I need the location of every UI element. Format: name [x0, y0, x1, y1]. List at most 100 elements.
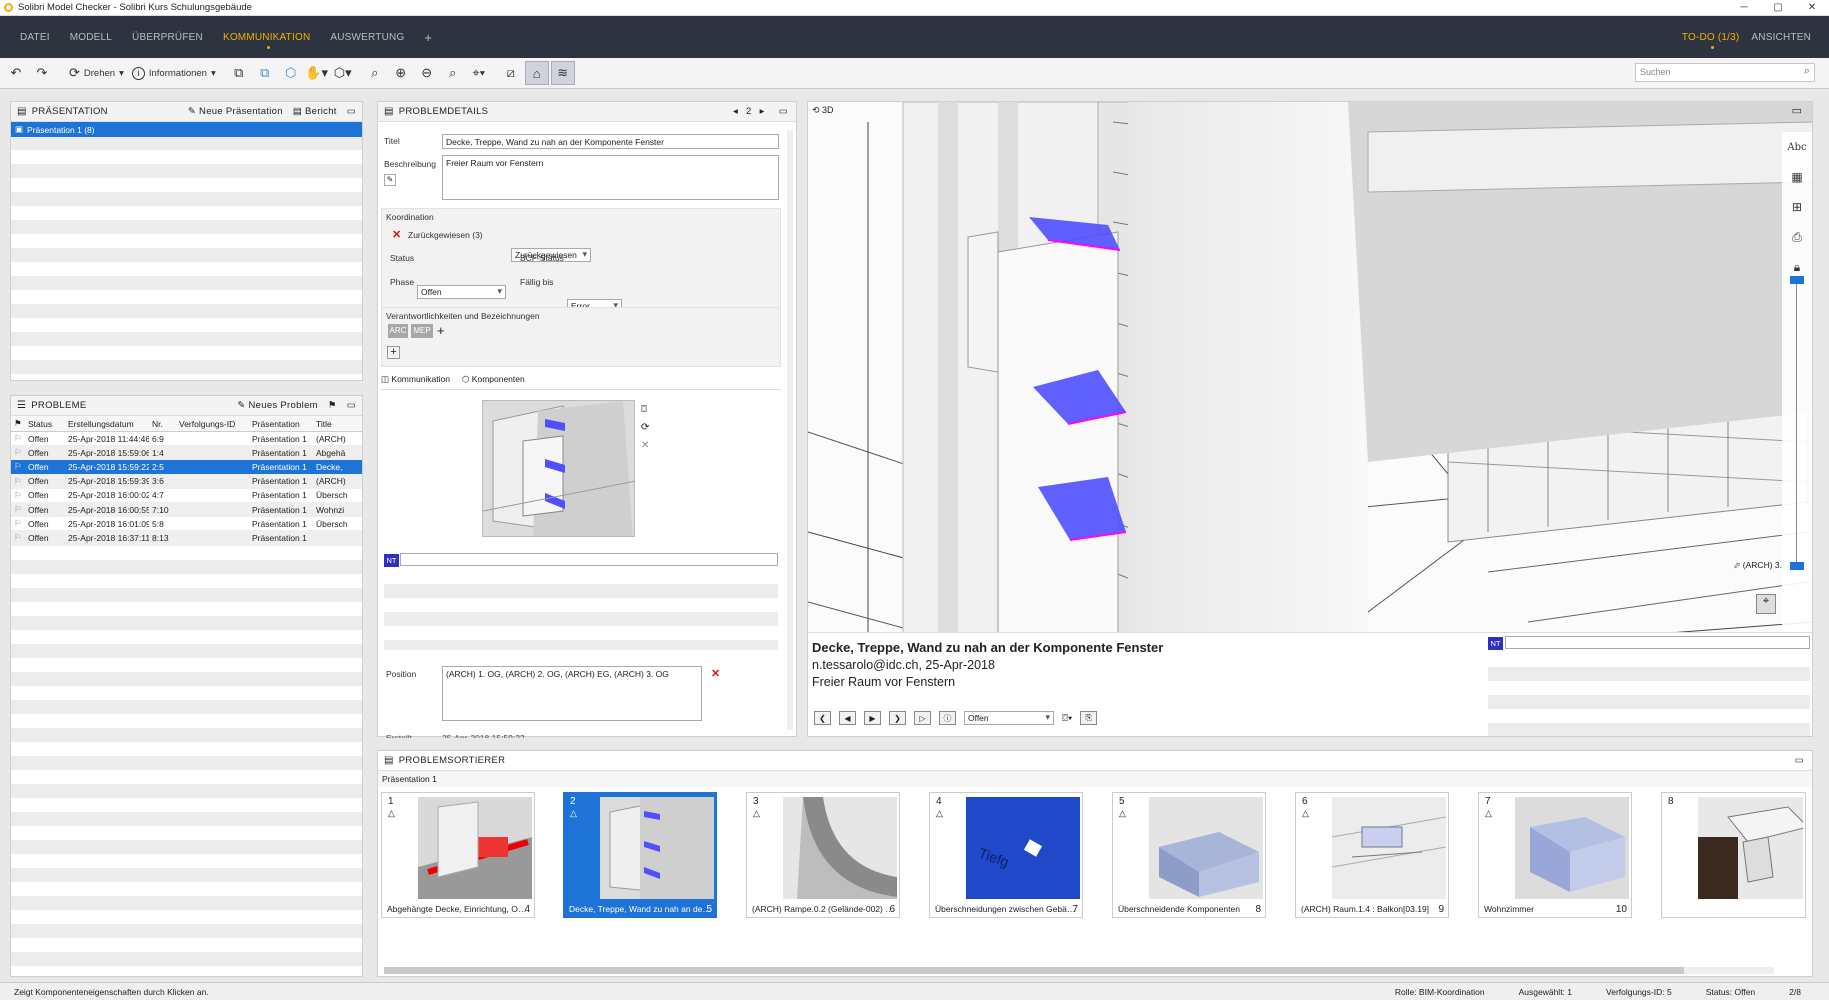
problem-thumbnail[interactable]: 4 △ Tiefg 7 Überschneidungen zwischen Gebäud…: [929, 792, 1083, 918]
attach-icon[interactable]: ⎘: [1080, 711, 1098, 725]
sortierer-scrollbar[interactable]: [384, 967, 1774, 974]
level-slider-bottom-handle[interactable]: [1790, 562, 1804, 570]
table-row[interactable]: ⚐ Offen 25-Apr-2018 15:59:06 1:4 Präsentatio…: [11, 446, 362, 461]
first-icon[interactable]: ❮: [814, 711, 831, 725]
position-field[interactable]: (ARCH) 1. OG, (ARCH) 2. OG, (ARCH) EG, (…: [442, 666, 702, 721]
maximize-panel-icon[interactable]: ▭: [1795, 755, 1804, 766]
cube-blue-icon[interactable]: ⬡: [279, 61, 303, 85]
next-icon[interactable]: ▶: [864, 711, 881, 725]
play-icon[interactable]: ▷: [914, 711, 931, 725]
redo-icon[interactable]: ↷: [30, 61, 54, 85]
cube-view-icon[interactable]: ⬡▾: [331, 61, 355, 85]
col-erstellungsdatum[interactable]: Erstellungsdatum: [65, 419, 149, 429]
level-slider-top-handle[interactable]: [1790, 276, 1804, 284]
isolate-icon[interactable]: ⧉: [253, 61, 277, 85]
flag-col-icon[interactable]: ⚑: [11, 418, 25, 429]
search-input[interactable]: Suchen ⌕: [1635, 63, 1815, 82]
menu-auswertung[interactable]: AUSWERTUNG: [330, 32, 404, 43]
drehen-button[interactable]: ⟳ Drehen ▾: [66, 61, 127, 85]
menu-kommunikation[interactable]: KOMMUNIKATION: [223, 32, 310, 49]
text-abc-icon[interactable]: Abc: [1786, 136, 1808, 158]
problem-thumbnail[interactable]: 3△6(ARCH) Rampe.0.2 (Gelände-002) und (A…: [746, 792, 900, 918]
comment-input[interactable]: [400, 553, 778, 566]
neues-problem-button[interactable]: ✎ Neues Problem: [237, 400, 318, 411]
todo-button[interactable]: TO-DO (1/3): [1682, 32, 1740, 49]
table-row[interactable]: ⚐ Offen 25-Apr-2018 15:59:39 3:6 Präsentatio…: [11, 474, 362, 489]
prev-icon[interactable]: ◀: [839, 711, 856, 725]
close-button[interactable]: ✕: [1795, 0, 1829, 16]
camera-settings-icon[interactable]: ⌼▾: [1062, 713, 1072, 724]
problem-thumbnail[interactable]: 1△4Abgehängte Decke, Einrichtung, Objekt…: [381, 792, 535, 918]
edit-icon[interactable]: ✎: [384, 174, 396, 186]
table-row[interactable]: ⚐ Offen 25-Apr-2018 16:01:09 5:8 Präsentatio…: [11, 517, 362, 532]
ansichten-button[interactable]: ANSICHTEN: [1751, 32, 1811, 43]
titel-field[interactable]: Decke, Treppe, Wand zu nah an der Kompon…: [442, 134, 779, 149]
map-icon[interactable]: ⌂: [524, 61, 549, 85]
menu-datei[interactable]: DATEI: [20, 32, 50, 43]
tab-komponenten[interactable]: ⬡ Komponenten: [462, 374, 525, 389]
table-row[interactable]: ⚐ Offen 25-Apr-2018 16:37:11 8:13 Präsentati…: [11, 531, 362, 546]
tag-mep[interactable]: MEP: [411, 324, 433, 338]
col-title[interactable]: Title: [313, 419, 349, 429]
hand-icon[interactable]: ✋▾: [305, 61, 329, 85]
problem-thumbnail[interactable]: 8: [1661, 792, 1806, 918]
3d-comment-input[interactable]: [1505, 636, 1810, 649]
problem-thumbnail[interactable]: 5 △ 8 Überschneidende Komponenten: [1112, 792, 1266, 918]
table-row[interactable]: ⚐ Offen 25-Apr-2018 11:44:46 6:9 Präsentatio…: [11, 432, 362, 447]
snapshot-image[interactable]: [482, 400, 635, 537]
tab-kommunikation[interactable]: ◫ Kommunikation: [381, 374, 450, 389]
level-slider-track[interactable]: [1796, 282, 1797, 567]
beschreibung-field[interactable]: Freier Raum vor Fenstern: [442, 155, 779, 200]
praesentation-item[interactable]: ▣ Präsentation 1 (8): [11, 122, 362, 137]
info-icon[interactable]: ⓘ: [939, 711, 956, 725]
problem-thumbnail[interactable]: 7 △ 10 Wohnzimmer: [1478, 792, 1632, 918]
col-nr[interactable]: Nr.: [149, 419, 176, 429]
pdf-icon[interactable]: ⎙: [1786, 226, 1808, 248]
add-tab-button[interactable]: +: [424, 30, 432, 45]
maximize-panel-icon[interactable]: ▭: [347, 106, 356, 117]
problem-thumbnail[interactable]: 6 △ 9 (ARCH) Raum.1.4 : Balkon[03.19]: [1295, 792, 1449, 918]
undo-icon[interactable]: ↶: [4, 61, 28, 85]
zoom-out-icon[interactable]: ⊖: [415, 61, 439, 85]
maximize-panel-icon[interactable]: ▭: [1792, 104, 1802, 117]
zoom-window-icon[interactable]: ⌕: [441, 61, 465, 85]
flag-icon[interactable]: ⚑: [328, 400, 337, 411]
delete-snapshot-icon[interactable]: ✕: [641, 440, 649, 451]
maximize-panel-icon[interactable]: ▭: [347, 400, 356, 411]
menu-modell[interactable]: MODELL: [70, 32, 112, 43]
3d-view[interactable]: ⟲ 3D ▭ Abc ▦ ⊞ ⎙ 🔒︎ ⬀ (ARCH) 3. ⌖ Decke,…: [807, 101, 1813, 737]
section-plane-icon[interactable]: ⧄: [499, 61, 523, 85]
details-scrollbar[interactable]: [787, 130, 793, 730]
minimize-button[interactable]: ─: [1727, 0, 1761, 16]
col-status[interactable]: Status: [25, 419, 65, 429]
refresh-icon[interactable]: ⟳: [641, 422, 649, 433]
markup-icon[interactable]: ⊞: [1786, 196, 1808, 218]
layers-icon[interactable]: ≋: [550, 61, 575, 85]
last-icon[interactable]: ❯: [889, 711, 906, 725]
neue-praesentation-button[interactable]: ✎ Neue Präsentation: [188, 106, 283, 117]
maximize-button[interactable]: ▢: [1761, 0, 1795, 16]
info-status-select[interactable]: Offen: [964, 711, 1054, 725]
maximize-panel-icon[interactable]: ▭: [779, 106, 788, 117]
add-responsibility-icon[interactable]: +: [387, 346, 400, 359]
clear-position-icon[interactable]: ✕: [711, 667, 720, 680]
prev-icon[interactable]: ◂: [733, 106, 738, 117]
next-icon[interactable]: ▸: [760, 106, 765, 117]
add-tag-icon[interactable]: +: [437, 324, 445, 338]
navigation-cube-icon[interactable]: ⌖: [1756, 594, 1776, 614]
col-praesentation[interactable]: Präsentation: [249, 419, 313, 429]
lock-icon[interactable]: 🔒︎: [1786, 256, 1808, 278]
col-verfolgungs-id[interactable]: Verfolgungs-ID: [176, 419, 249, 429]
zoom-fit-icon[interactable]: ⌕: [363, 61, 387, 85]
table-row[interactable]: ⚐ Offen 25-Apr-2018 16:00:02 4:7 Präsentatio…: [11, 489, 362, 503]
menu-ueberpruefen[interactable]: ÜBERPRÜFEN: [132, 32, 203, 43]
select-components-icon[interactable]: ⧉: [227, 61, 251, 85]
informationen-button[interactable]: i Informationen ▾: [129, 61, 219, 85]
pointer-icon[interactable]: ⌖▾: [467, 61, 491, 85]
table-row[interactable]: ⚐ Offen 25-Apr-2018 16:00:55 7:10 Präsentati…: [11, 502, 362, 518]
problem-thumbnail[interactable]: 2△5Decke, Treppe, Wand zu nah an der Kom…: [563, 792, 717, 918]
tag-arc[interactable]: ARC: [388, 324, 408, 338]
camera-icon[interactable]: ⌼: [641, 404, 647, 415]
zoom-in-icon[interactable]: ⊕: [389, 61, 413, 85]
table-row[interactable]: ⚐ Offen 25-Apr-2018 15:59:22 2:5 Präsentatio…: [11, 460, 362, 475]
